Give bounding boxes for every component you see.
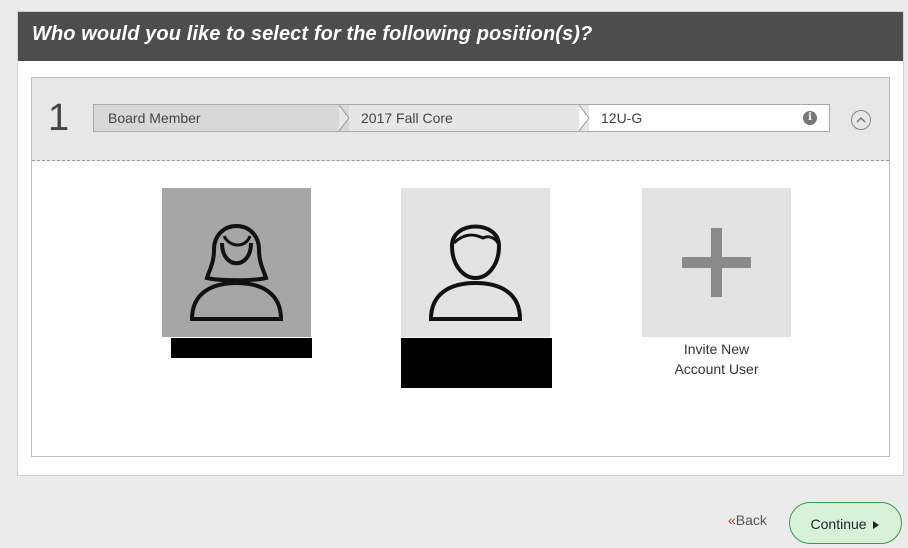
invite-tile[interactable] — [642, 188, 791, 337]
position-header: 1 Board Member 2017 Fall Core 12U-G i — [32, 78, 889, 161]
invite-label-line2: Account User — [674, 361, 759, 377]
candidate-name-redacted — [401, 338, 552, 388]
invite-new-user-card[interactable]: Invite New Account User — [642, 188, 791, 377]
info-icon[interactable]: i — [803, 111, 817, 125]
chevron-up-circle-icon[interactable] — [851, 110, 871, 130]
avatar[interactable] — [162, 188, 311, 337]
back-link[interactable]: «Back — [728, 512, 767, 528]
avatar[interactable] — [401, 188, 550, 337]
back-label: Back — [735, 512, 767, 528]
male-user-icon — [428, 224, 523, 321]
continue-label: Continue — [810, 516, 867, 532]
candidate-card[interactable] — [162, 188, 312, 358]
candidate-card[interactable] — [401, 188, 552, 388]
position-number: 1 — [48, 97, 70, 139]
double-chevron-left-icon: « — [728, 512, 736, 528]
breadcrumb-separator — [579, 105, 590, 131]
invite-label-line1: Invite New — [683, 341, 750, 357]
breadcrumb-separator — [339, 105, 350, 131]
female-user-icon — [189, 224, 284, 321]
plus-icon — [682, 228, 751, 297]
continue-button[interactable]: Continue — [789, 502, 902, 544]
breadcrumb-team: 12U-G — [589, 105, 829, 131]
dialog-title: Who would you like to select for the fol… — [18, 12, 903, 61]
breadcrumb-role: Board Member — [94, 105, 349, 131]
candidate-name-redacted — [171, 338, 312, 358]
breadcrumb: Board Member 2017 Fall Core 12U-G i — [93, 104, 830, 132]
caret-right-icon — [873, 521, 880, 530]
breadcrumb-season: 2017 Fall Core — [349, 105, 589, 131]
position-card: 1 Board Member 2017 Fall Core 12U-G i In… — [31, 77, 890, 457]
invite-label[interactable]: Invite New Account User — [642, 339, 791, 379]
selection-dialog: Who would you like to select for the fol… — [17, 11, 904, 476]
